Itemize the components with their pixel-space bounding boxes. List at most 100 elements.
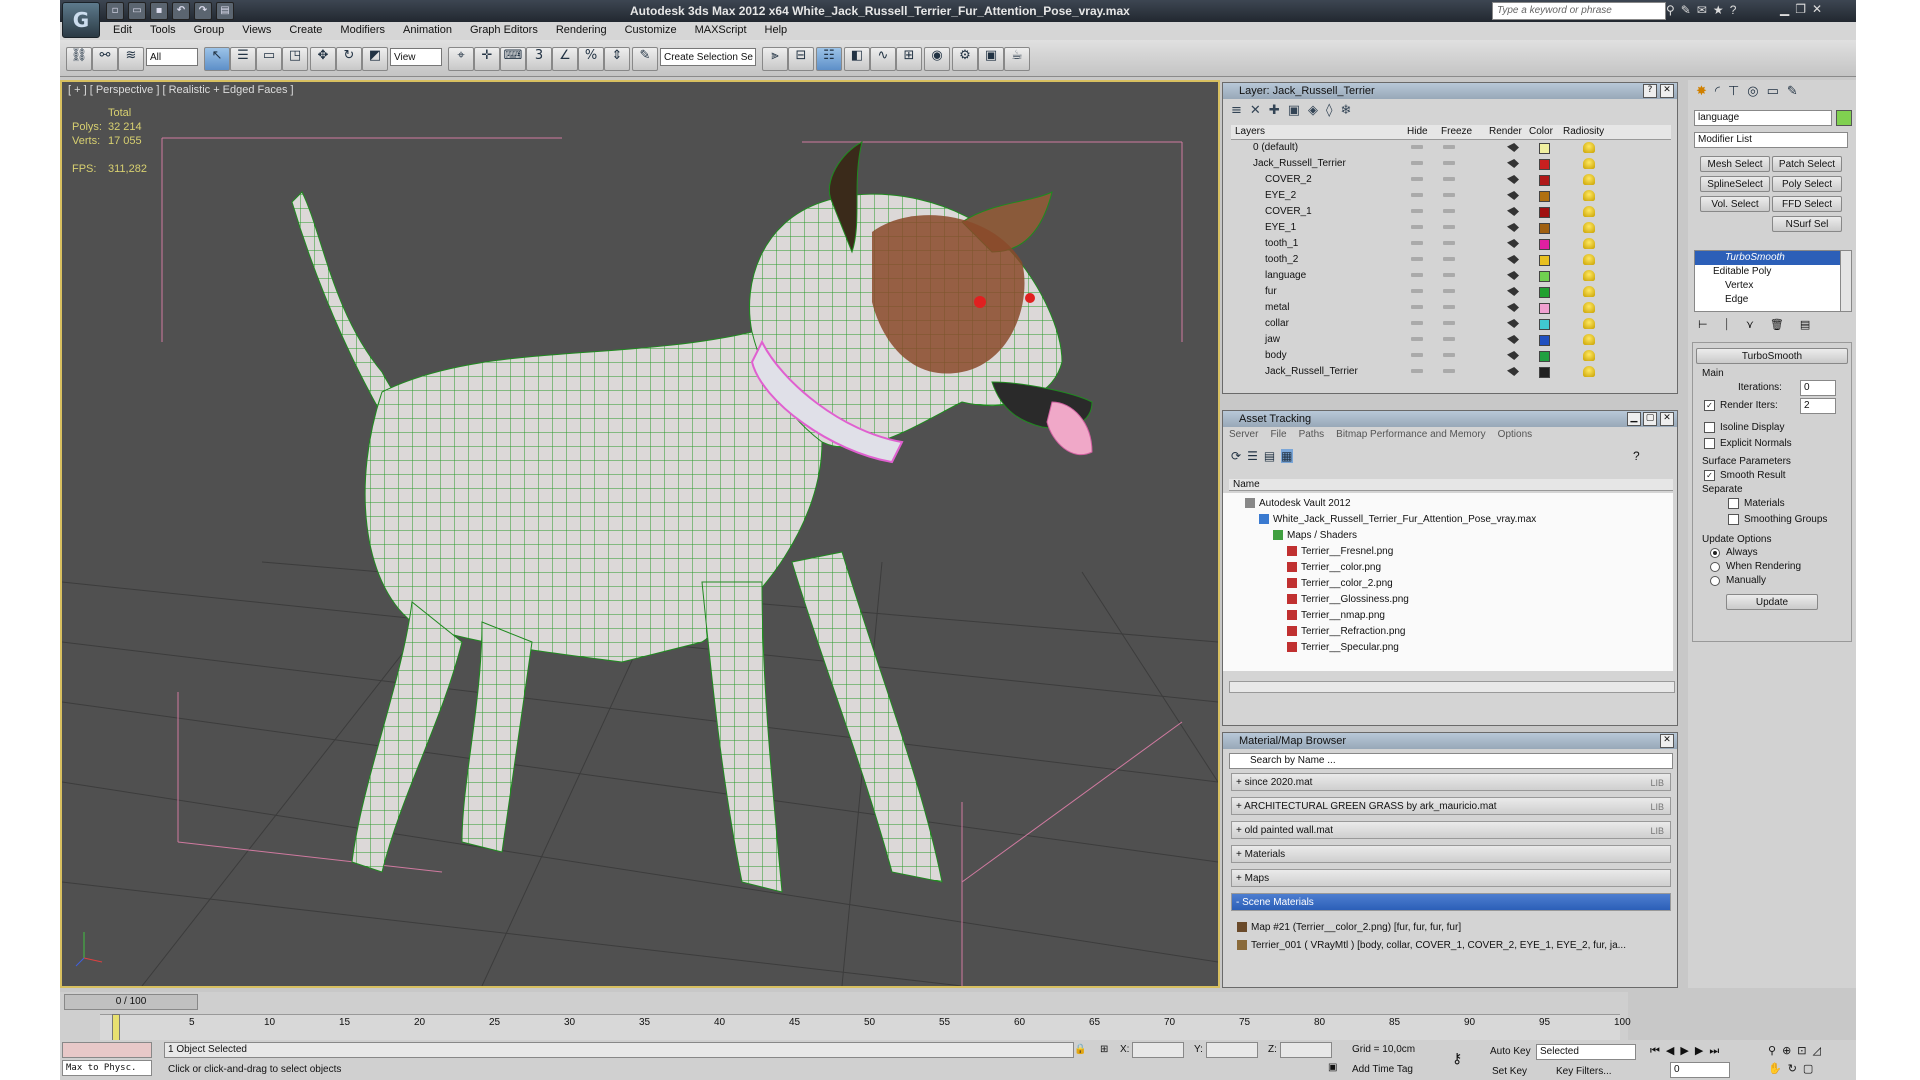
hide-toggle[interactable] — [1411, 209, 1423, 213]
smoothing-groups-checkbox[interactable] — [1728, 514, 1739, 525]
snaps-toggle-icon[interactable]: 3 — [526, 47, 552, 71]
layer-row[interactable]: EYE_1 — [1231, 221, 1671, 237]
isoline-display-checkbox[interactable] — [1704, 422, 1715, 433]
layer-color-swatch[interactable] — [1539, 351, 1550, 362]
radiosity-icon[interactable] — [1583, 350, 1595, 361]
material-group-header[interactable]: + ARCHITECTURAL GREEN GRASS by ark_mauri… — [1231, 797, 1671, 815]
time-tag-icon[interactable]: ▣ — [1328, 1062, 1337, 1073]
go-to-start-icon[interactable]: ⏮ — [1650, 1044, 1660, 1058]
key-mode-icon[interactable]: ⚷ — [1452, 1050, 1462, 1067]
hide-toggle[interactable] — [1411, 161, 1423, 165]
key-filters-button[interactable]: Key Filters... — [1556, 1066, 1612, 1077]
layer-color-swatch[interactable] — [1539, 191, 1550, 202]
material-group-header[interactable]: + Materials — [1231, 845, 1671, 863]
maxscript-listener-mini[interactable] — [62, 1042, 152, 1058]
poly-select-button[interactable]: Poly Select — [1772, 176, 1842, 192]
asset-menu-file[interactable]: File — [1270, 429, 1286, 440]
layer-color-swatch[interactable] — [1539, 239, 1550, 250]
redo-icon[interactable]: ↷ — [194, 2, 212, 20]
time-slider[interactable]: 0 / 100 — [64, 994, 198, 1010]
radiosity-icon[interactable] — [1583, 190, 1595, 201]
select-by-name-icon[interactable]: ☰ — [230, 47, 256, 71]
menu-edit[interactable]: Edit — [104, 22, 141, 40]
freeze-toggle[interactable] — [1443, 257, 1455, 261]
graphite-modeling-icon[interactable]: ◧ — [844, 47, 870, 71]
auto-key-button[interactable]: Auto Key — [1490, 1046, 1531, 1057]
freeze-toggle[interactable] — [1443, 193, 1455, 197]
layer-color-swatch[interactable] — [1539, 335, 1550, 346]
layer-color-swatch[interactable] — [1539, 223, 1550, 234]
next-frame-icon[interactable]: ▶ — [1695, 1044, 1703, 1058]
freeze-toggle[interactable] — [1443, 177, 1455, 181]
layer-row[interactable]: metal — [1231, 301, 1671, 317]
menu-group[interactable]: Group — [185, 22, 234, 40]
freeze-all-icon[interactable]: ❄ — [1340, 103, 1351, 118]
set-key-button[interactable]: Set Key — [1492, 1066, 1527, 1077]
render-teapot-icon[interactable] — [1507, 143, 1519, 152]
undo-icon[interactable]: ↶ — [172, 2, 190, 20]
delete-layer-icon[interactable]: ✕ — [1250, 103, 1261, 118]
freeze-toggle[interactable] — [1443, 225, 1455, 229]
freeze-toggle[interactable] — [1443, 273, 1455, 277]
layer-color-swatch[interactable] — [1539, 367, 1550, 378]
zoom-all-icon[interactable]: ⊕ — [1782, 1044, 1791, 1057]
material-group-header[interactable]: + since 2020.mat LIB — [1231, 773, 1671, 791]
zoom-icon[interactable]: ⚲ — [1768, 1044, 1776, 1057]
modifier-list-dropdown[interactable]: Modifier List — [1694, 132, 1848, 148]
layer-color-swatch[interactable] — [1539, 319, 1550, 330]
material-search-input[interactable]: Search by Name ... — [1229, 753, 1673, 769]
render-iters-spinner[interactable]: 2 — [1800, 398, 1836, 414]
menu-maxscript[interactable]: MAXScript — [686, 22, 756, 40]
patch-select-button[interactable]: Patch Select — [1772, 156, 1842, 172]
maximize-viewport-icon[interactable]: ▢ — [1803, 1062, 1813, 1075]
move-icon[interactable]: ✥ — [310, 47, 336, 71]
play-icon[interactable]: ▶ — [1680, 1044, 1688, 1058]
smooth-result-checkbox[interactable]: ✓ — [1704, 470, 1715, 481]
stack-item-turbosmooth[interactable]: TurboSmooth — [1695, 251, 1843, 265]
make-unique-icon[interactable]: ⋎ — [1746, 318, 1754, 332]
stack-scrollbar[interactable] — [1840, 250, 1852, 312]
motion-tab-icon[interactable]: ◎ — [1747, 84, 1758, 99]
minimize-icon[interactable]: ▁ — [1780, 2, 1789, 16]
render-teapot-icon[interactable] — [1507, 207, 1519, 216]
asset-row[interactable]: Terrier__Fresnel.png — [1287, 543, 1393, 559]
layer-color-swatch[interactable] — [1539, 255, 1550, 266]
menu-graph-editors[interactable]: Graph Editors — [461, 22, 547, 40]
freeze-toggle[interactable] — [1443, 321, 1455, 325]
save-icon[interactable]: ▪ — [150, 2, 168, 20]
asset-row[interactable]: White_Jack_Russell_Terrier_Fur_Attention… — [1259, 511, 1536, 527]
hide-all-icon[interactable]: ◊ — [1326, 103, 1332, 118]
asset-row[interactable]: Terrier__Glossiness.png — [1287, 591, 1409, 607]
curve-editor-icon[interactable]: ∿ — [870, 47, 896, 71]
object-color-swatch[interactable] — [1836, 110, 1852, 126]
update-button[interactable]: Update — [1726, 594, 1818, 610]
hide-toggle[interactable] — [1411, 193, 1423, 197]
edit-named-selection-icon[interactable]: ✎ — [632, 47, 658, 71]
menu-animation[interactable]: Animation — [394, 22, 461, 40]
new-file-icon[interactable]: ▫ — [106, 2, 124, 20]
hide-toggle[interactable] — [1411, 289, 1423, 293]
configure-sets-icon[interactable]: ▤ — [1800, 318, 1810, 332]
utilities-tab-icon[interactable]: ✎ — [1787, 84, 1798, 99]
hide-toggle[interactable] — [1411, 257, 1423, 261]
hierarchy-tab-icon[interactable]: ⊤ — [1728, 84, 1739, 99]
layer-row[interactable]: Jack_Russell_Terrier — [1231, 157, 1671, 173]
render-setup-icon[interactable]: ⚙ — [952, 47, 978, 71]
hide-toggle[interactable] — [1411, 369, 1423, 373]
render-teapot-icon[interactable] — [1507, 351, 1519, 360]
asset-help-icon[interactable]: ? — [1633, 449, 1640, 463]
col-render[interactable]: Render — [1489, 126, 1522, 137]
current-frame-field[interactable]: 0 — [1670, 1062, 1730, 1078]
refresh-icon[interactable]: ⟳ — [1231, 449, 1241, 463]
render-teapot-icon[interactable] — [1507, 319, 1519, 328]
scene-material-item[interactable]: Map #21 (Terrier__color_2.png) [fur, fur… — [1237, 919, 1461, 935]
named-selection-dropdown[interactable]: Create Selection Se — [660, 48, 756, 66]
search-icon[interactable]: ⚲ — [1666, 3, 1675, 17]
previous-frame-icon[interactable]: ◀ — [1666, 1044, 1674, 1058]
asset-row[interactable]: Terrier__color_2.png — [1287, 575, 1393, 591]
asset-menu-options[interactable]: Options — [1498, 429, 1532, 440]
object-name-field[interactable]: language — [1694, 110, 1832, 126]
freeze-toggle[interactable] — [1443, 353, 1455, 357]
stack-item-editable-poly[interactable]: Editable Poly — [1695, 265, 1843, 279]
radiosity-icon[interactable] — [1583, 334, 1595, 345]
